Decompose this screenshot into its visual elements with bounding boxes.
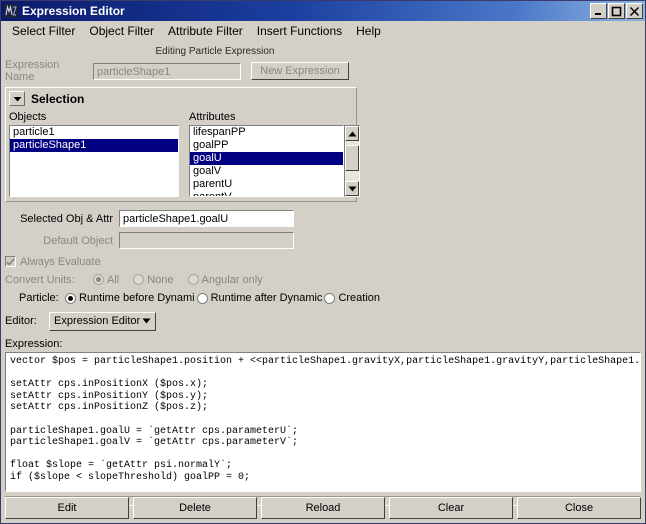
convert-units-row: Convert Units: All None Angular only: [5, 272, 641, 287]
radio-creation[interactable]: [324, 293, 335, 304]
radio-convert-all[interactable]: [93, 274, 104, 285]
convert-units-label: Convert Units:: [5, 274, 93, 286]
checkmark-icon[interactable]: [5, 256, 16, 267]
selection-columns: Objects particle1 particleShape1 Attribu…: [9, 111, 353, 197]
list-item[interactable]: goalPP: [190, 139, 343, 152]
selected-obj-attr-row: Selected Obj & Attr particleShape1.goalU: [5, 209, 641, 228]
always-evaluate-row[interactable]: Always Evaluate: [5, 254, 641, 269]
radio-runtime-before-dynamics[interactable]: [65, 293, 76, 304]
particle-label: Particle:: [5, 292, 65, 304]
new-expression-button[interactable]: New Expression: [251, 62, 349, 80]
delete-button[interactable]: Delete: [133, 497, 257, 519]
attributes-scrollbar[interactable]: [344, 125, 360, 197]
objects-listbox[interactable]: particle1 particleShape1: [9, 125, 179, 197]
attributes-listbox[interactable]: lifespanPP goalPP goalU goalV parentU pa…: [189, 125, 344, 197]
attributes-listbox-wrap: lifespanPP goalPP goalU goalV parentU pa…: [189, 125, 360, 197]
clear-button[interactable]: Clear: [389, 497, 513, 519]
editor-row: Editor: Expression Editor: [5, 311, 641, 331]
default-object-input[interactable]: [119, 232, 294, 249]
default-object-label: Default Object: [5, 235, 119, 247]
selected-obj-attr-input[interactable]: particleShape1.goalU: [119, 210, 294, 227]
attributes-column: Attributes lifespanPP goalPP goalU goalV…: [189, 111, 360, 197]
editor-dropdown[interactable]: Expression Editor: [49, 312, 156, 331]
triangle-down-icon[interactable]: [345, 181, 359, 196]
particle-option-runtime-before: Runtime before Dynami: [79, 292, 195, 304]
selection-frame: Selection Objects particle1 particleShap…: [5, 87, 357, 202]
minimize-button[interactable]: [590, 3, 607, 19]
menu-help[interactable]: Help: [349, 22, 388, 40]
window-controls: [590, 3, 643, 19]
list-item[interactable]: goalU: [190, 152, 343, 165]
editor-dropdown-value: Expression Editor: [54, 315, 140, 327]
particle-option-creation: Creation: [338, 292, 380, 304]
menu-select-filter[interactable]: Select Filter: [5, 22, 82, 40]
scrollbar-track[interactable]: [345, 141, 359, 181]
menu-object-filter[interactable]: Object Filter: [82, 22, 161, 40]
always-evaluate-label: Always Evaluate: [20, 256, 101, 268]
selection-frame-header[interactable]: Selection: [9, 90, 353, 107]
radio-runtime-after-dynamics[interactable]: [197, 293, 208, 304]
reload-button[interactable]: Reload: [261, 497, 385, 519]
triangle-down-icon: [142, 315, 151, 327]
window-title: Expression Editor: [22, 4, 590, 18]
expression-name-row: Expression Name particleShape1 New Expre…: [5, 61, 641, 81]
dialog-body: Editing Particle Expression Expression N…: [1, 42, 645, 523]
maya-app-icon: [4, 4, 18, 18]
close-action-button[interactable]: Close: [517, 497, 641, 519]
convert-units-option-none: None: [147, 274, 173, 286]
menu-insert-functions[interactable]: Insert Functions: [250, 22, 349, 40]
expression-name-input[interactable]: particleShape1: [93, 63, 241, 80]
selected-obj-attr-label: Selected Obj & Attr: [5, 213, 119, 225]
close-button[interactable]: [626, 3, 643, 19]
triangle-up-icon[interactable]: [345, 126, 359, 141]
list-item[interactable]: goalV: [190, 165, 343, 178]
expression-name-label: Expression Name: [5, 59, 91, 83]
particle-option-runtime-after: Runtime after Dynamic: [211, 292, 323, 304]
menu-attribute-filter[interactable]: Attribute Filter: [161, 22, 250, 40]
list-item[interactable]: parentV: [190, 191, 343, 197]
radio-convert-angular-only[interactable]: [188, 274, 199, 285]
expression-textarea[interactable]: vector $pos = particleShape1.position + …: [5, 352, 641, 492]
expression-editor-window: Expression Editor Select Filter Object F…: [0, 0, 646, 524]
edit-button[interactable]: Edit: [5, 497, 129, 519]
list-item[interactable]: particle1: [10, 126, 178, 139]
list-item[interactable]: lifespanPP: [190, 126, 343, 139]
scrollbar-thumb[interactable]: [345, 145, 359, 171]
list-item[interactable]: particleShape1: [10, 139, 178, 152]
convert-units-option-all: All: [107, 274, 119, 286]
maximize-button[interactable]: [608, 3, 625, 19]
objects-header: Objects: [9, 111, 179, 123]
list-item[interactable]: parentU: [190, 178, 343, 191]
radio-convert-none[interactable]: [133, 274, 144, 285]
editing-caption: Editing Particle Expression: [5, 46, 425, 57]
objects-column: Objects particle1 particleShape1: [9, 111, 179, 197]
selection-title: Selection: [31, 92, 84, 106]
attributes-header: Attributes: [189, 111, 360, 123]
default-object-row: Default Object: [5, 231, 641, 250]
menu-bar: Select Filter Object Filter Attribute Fi…: [1, 21, 645, 42]
editor-label: Editor:: [5, 315, 49, 327]
bottom-button-bar: Edit Delete Reload Clear Close: [5, 497, 641, 519]
particle-row: Particle: Runtime before Dynami Runtime …: [5, 290, 641, 306]
title-bar[interactable]: Expression Editor: [1, 1, 645, 21]
convert-units-option-angular: Angular only: [202, 274, 263, 286]
expression-label: Expression:: [5, 338, 641, 350]
chevron-down-icon[interactable]: [9, 91, 25, 106]
